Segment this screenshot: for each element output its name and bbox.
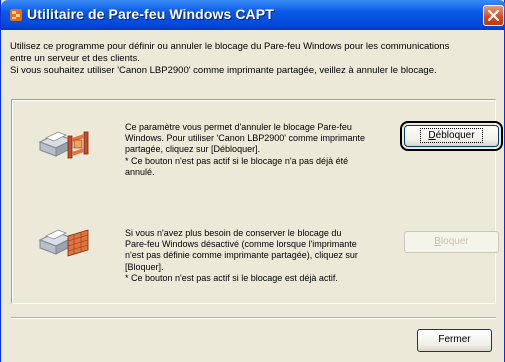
printer-firewall-open-icon [38, 126, 90, 167]
block-desc-line: Pare-feu Windows désactivé (comme lorsqu… [125, 239, 357, 250]
unblock-desc-line: Windows. Pour utiliser 'Canon LBP2900' c… [125, 133, 366, 144]
footer-separator [11, 317, 496, 319]
options-panel: Ce paramètre vous permet d'annuler le bl… [11, 99, 503, 304]
block-button[interactable]: Bloquer [404, 231, 499, 253]
block-desc-line: * Ce bouton n'est pas actif si le blocag… [125, 272, 338, 283]
close-dialog-button[interactable]: Fermer [417, 329, 492, 352]
title-bar[interactable]: Utilitaire de Pare-feu Windows CAPT [1, 0, 505, 30]
block-description: Si vous n'avez plus besoin de conserver … [125, 228, 358, 284]
unblock-desc-line: * Ce bouton n'est pas actif si le blocag… [125, 155, 349, 166]
unblock-desc-line: partagée, cliquez sur [Débloquer]. [125, 144, 261, 155]
unblock-desc-line: Ce paramètre vous permet d'annuler le bl… [125, 122, 352, 132]
block-button-label: Bloquer [434, 236, 469, 247]
intro-line-1: Utilisez ce programme pour définir ou an… [10, 41, 450, 52]
block-desc-line: n'est pas définie comme imprimante parta… [125, 250, 358, 261]
unblock-button-label: Débloquer [420, 128, 483, 143]
close-icon [488, 10, 499, 21]
block-desc-line: Si vous n'avez plus besoin de conserver … [125, 228, 342, 238]
unblock-desc-line: annulé. [125, 166, 155, 177]
unblock-button[interactable]: Débloquer [400, 121, 503, 151]
window-title: Utilitaire de Pare-feu Windows CAPT [27, 6, 274, 22]
close-button[interactable] [483, 5, 504, 26]
block-desc-line: [Bloquer]. [125, 261, 164, 272]
capt-app-icon [9, 8, 23, 22]
intro-line-2: entre un serveur et des clients. [10, 53, 140, 64]
intro-line-3: Si vous souhaitez utiliser 'Canon LBP290… [10, 65, 437, 76]
unblock-description: Ce paramètre vous permet d'annuler le bl… [125, 122, 365, 178]
printer-firewall-closed-icon [38, 224, 90, 265]
dialog-window: Utilitaire de Pare-feu Windows CAPT Util… [0, 0, 505, 362]
intro-text: Utilisez ce programme pour définir ou an… [10, 41, 490, 77]
